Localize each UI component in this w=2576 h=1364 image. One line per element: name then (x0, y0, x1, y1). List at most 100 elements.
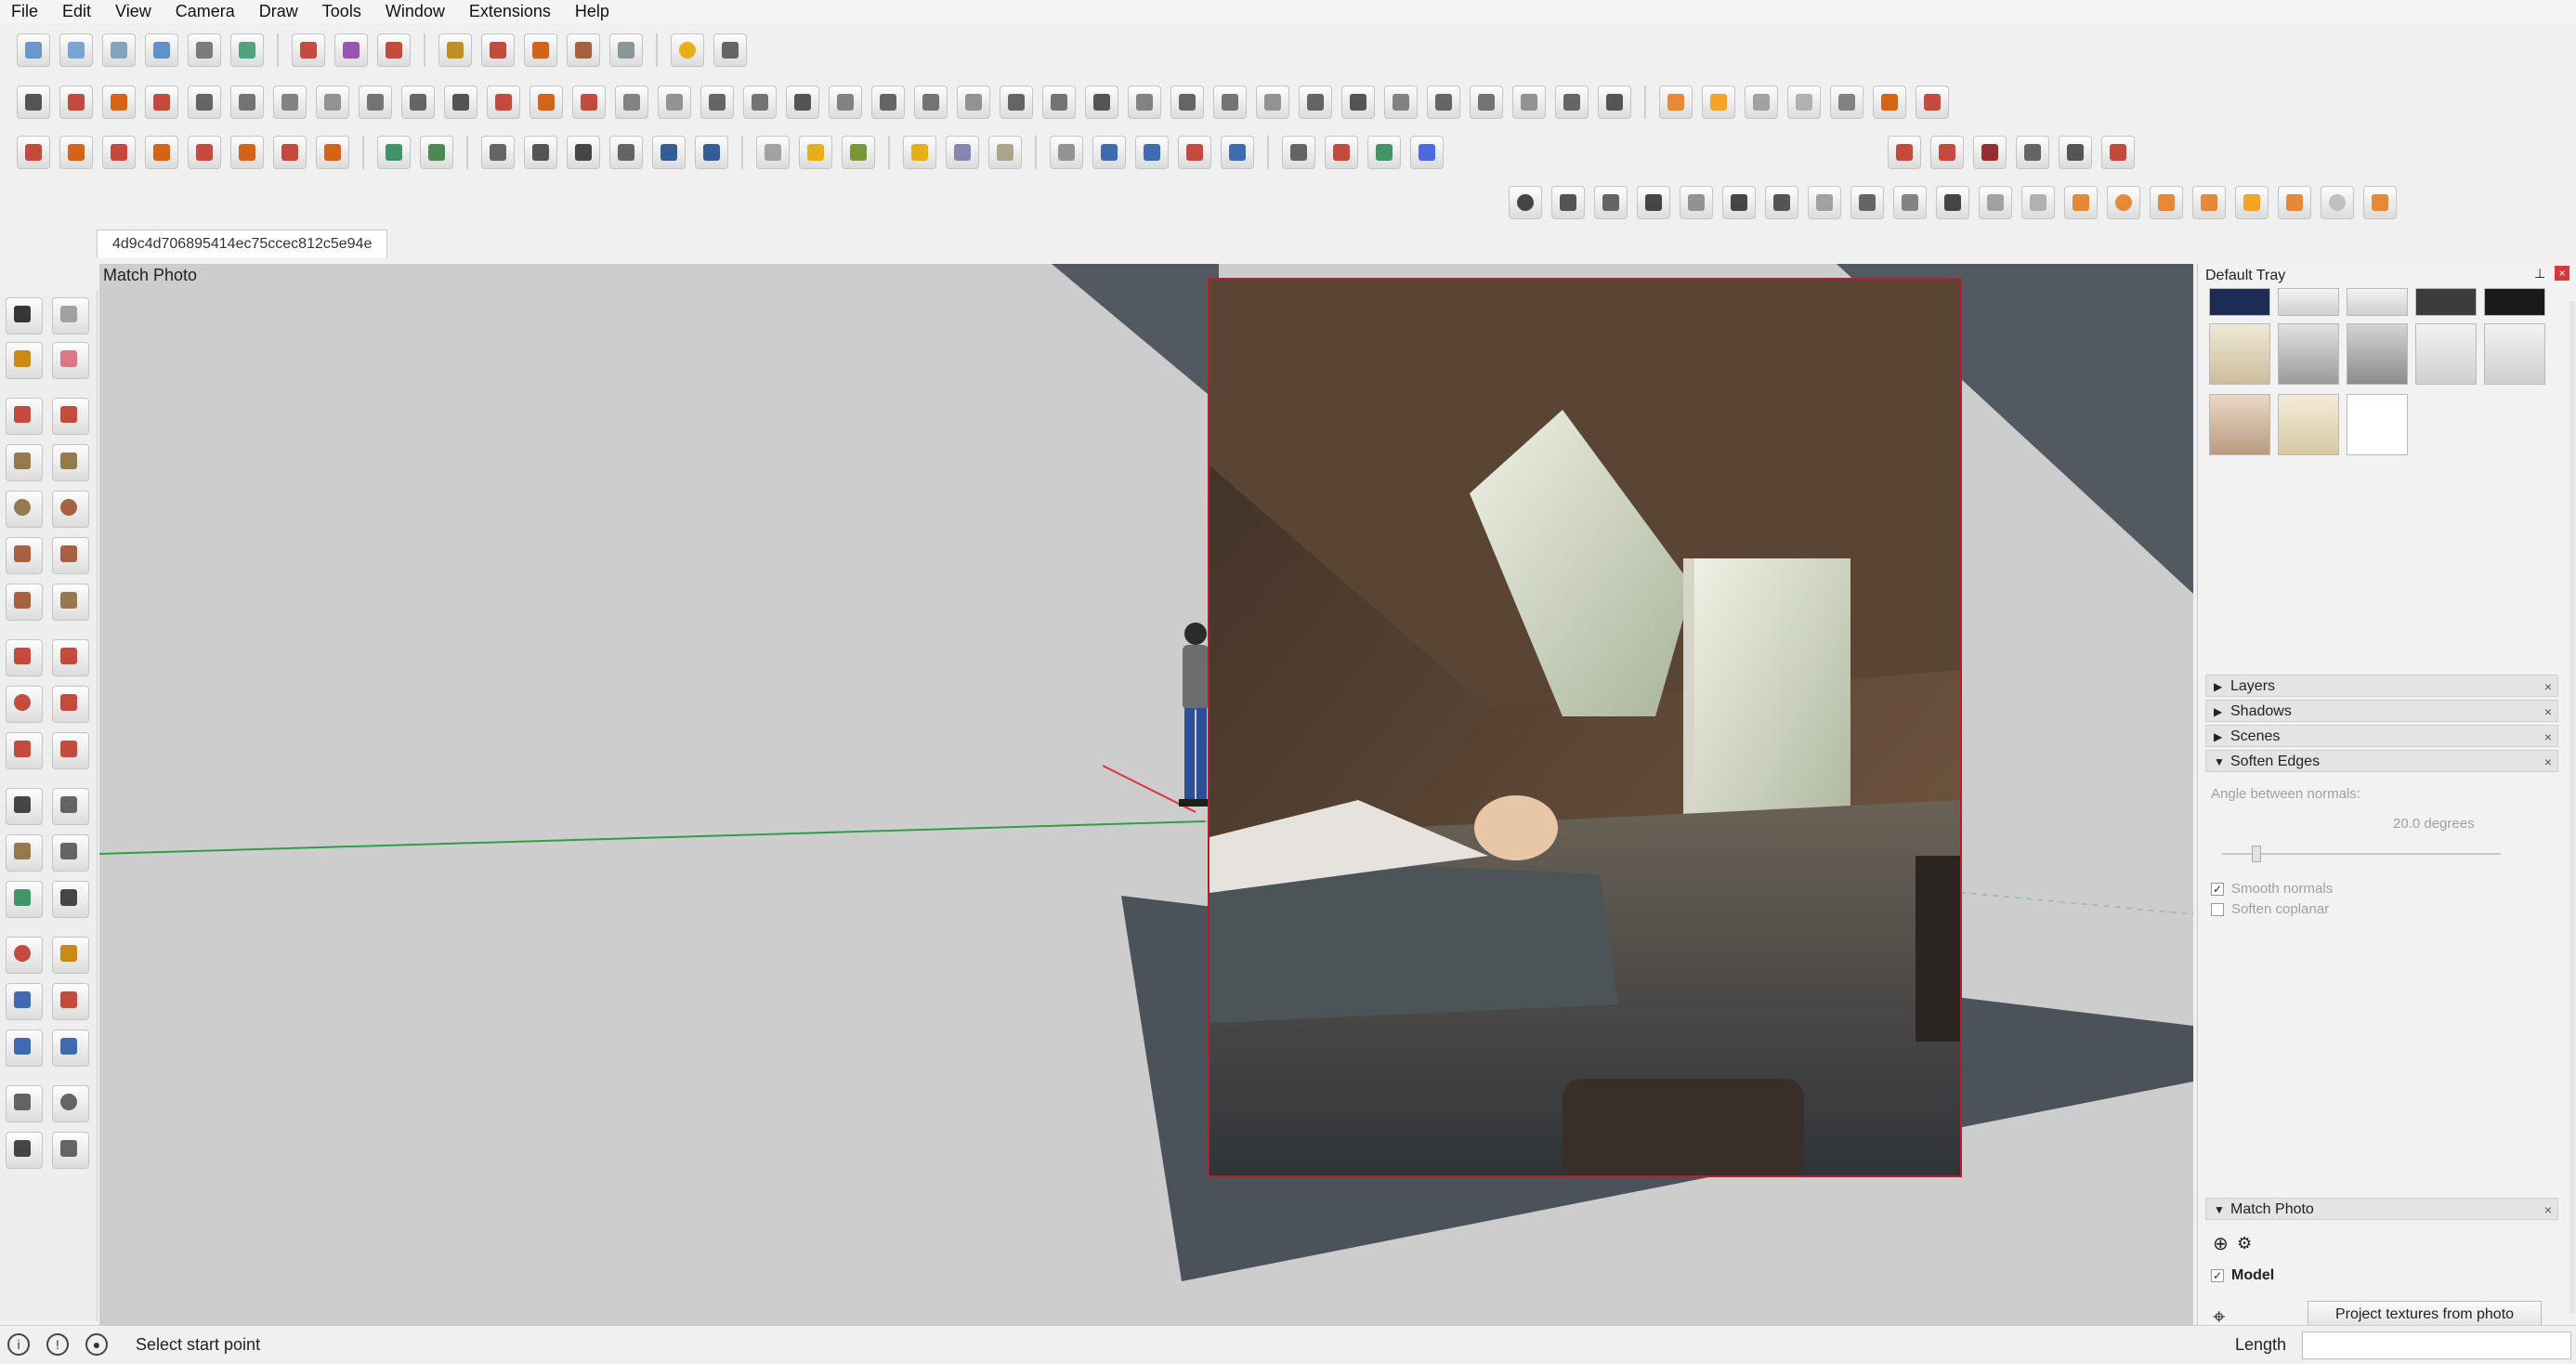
style-swatch[interactable] (2278, 288, 2339, 316)
menu-tools[interactable]: Tools (311, 2, 374, 21)
extrude-icon[interactable] (957, 85, 990, 119)
stairs-icon[interactable] (871, 85, 905, 119)
slice-icon[interactable] (914, 85, 948, 119)
angle-slider[interactable] (2222, 853, 2501, 855)
loft-icon[interactable] (700, 85, 734, 119)
lock-icon[interactable] (1808, 186, 1841, 219)
info-status-icon[interactable]: ! (46, 1333, 69, 1356)
wave-icon[interactable] (401, 85, 435, 119)
mesh-icon[interactable] (743, 85, 777, 119)
axes-icon[interactable] (6, 881, 43, 918)
gable-icon[interactable] (1135, 136, 1169, 169)
document-tab[interactable]: 4d9c4d706895414ec75ccec812c5e94e (97, 230, 388, 258)
left-view-icon[interactable] (230, 33, 264, 67)
section-match-photo[interactable]: ▼ Match Photo × (2205, 1198, 2558, 1220)
chamfer-icon[interactable] (530, 85, 563, 119)
menu-draw[interactable]: Draw (248, 2, 311, 21)
pin-icon[interactable] (1873, 85, 1906, 119)
group-icon[interactable] (481, 136, 515, 169)
corner-icon[interactable] (444, 85, 477, 119)
fence-icon[interactable] (1470, 85, 1503, 119)
menu-edit[interactable]: Edit (51, 2, 104, 21)
geo-status-icon[interactable]: i (7, 1333, 30, 1356)
section-plane-tool-icon[interactable] (52, 1132, 89, 1169)
orbit-icon[interactable] (6, 937, 43, 974)
cube-icon[interactable] (1893, 186, 1927, 219)
move-component-icon[interactable] (59, 136, 93, 169)
style-swatch[interactable] (2278, 394, 2339, 455)
twist-icon[interactable] (316, 85, 349, 119)
teapot-icon[interactable] (1551, 186, 1585, 219)
draw-arc-icon[interactable] (102, 85, 136, 119)
cut-icon[interactable] (145, 85, 178, 119)
walk-icon[interactable] (6, 1132, 43, 1169)
wall-icon[interactable] (1213, 85, 1247, 119)
window-frame-icon[interactable] (1722, 186, 1756, 219)
three-point-arc-icon[interactable] (6, 584, 43, 621)
draw-line-icon[interactable] (17, 85, 50, 119)
zoom-icon[interactable] (6, 983, 43, 1020)
spotlight-icon[interactable] (2064, 186, 2098, 219)
beam-icon[interactable] (1384, 85, 1418, 119)
bend-icon[interactable] (273, 85, 307, 119)
style-swatch[interactable] (2278, 323, 2339, 385)
align-bottom-icon[interactable] (1637, 186, 1670, 219)
soften-coplanar-checkbox[interactable] (2211, 903, 2224, 916)
cone-light-icon[interactable] (2150, 186, 2183, 219)
dimension-icon[interactable] (52, 788, 89, 825)
roof-pitch-icon[interactable] (1092, 136, 1126, 169)
menu-window[interactable]: Window (374, 2, 458, 21)
array-radial-icon[interactable] (145, 136, 178, 169)
window-tool-icon[interactable] (1256, 85, 1289, 119)
close-tray-icon[interactable]: × (2555, 266, 2569, 281)
top-view-icon[interactable] (59, 33, 93, 67)
ceiling-icon[interactable] (1598, 85, 1631, 119)
truss-icon[interactable] (1427, 85, 1460, 119)
box-yellow-icon[interactable] (903, 136, 936, 169)
follow-me-icon[interactable] (52, 686, 89, 723)
section-shadows[interactable]: ▶ Shadows × (2205, 700, 2558, 722)
place-component-icon[interactable] (17, 136, 50, 169)
draw-curve-icon[interactable] (59, 85, 93, 119)
scale-icon[interactable] (6, 732, 43, 769)
section-cut-icon[interactable] (1973, 136, 2007, 169)
pencil-icon[interactable] (6, 398, 43, 435)
smooth-normals-checkbox[interactable]: ✓ (2211, 883, 2224, 896)
align-icon[interactable] (230, 136, 264, 169)
section-layers[interactable]: ▶ Layers × (2205, 675, 2558, 697)
model-checkbox[interactable]: ✓ (2211, 1269, 2224, 1282)
section-display-icon[interactable] (2059, 136, 2092, 169)
section-soften-edges[interactable]: ▼ Soften Edges × (2205, 750, 2558, 772)
sphere-light-icon[interactable] (2321, 186, 2354, 219)
back-view-icon[interactable] (188, 33, 221, 67)
settings-gear-icon[interactable]: ⚙ (2237, 1234, 2252, 1253)
grass-icon[interactable] (1979, 186, 2012, 219)
text-icon[interactable] (52, 834, 89, 872)
position-camera-icon[interactable] (6, 1085, 43, 1122)
lamp-icon[interactable] (2192, 186, 2226, 219)
eraser-icon[interactable] (52, 342, 89, 379)
hand-icon[interactable] (1594, 186, 1628, 219)
frame-icon[interactable] (1680, 186, 1713, 219)
hide-icon[interactable] (652, 136, 686, 169)
style-swatch[interactable] (2347, 288, 2408, 316)
rope-icon[interactable] (1128, 85, 1161, 119)
sandbox-from-contours-icon[interactable] (292, 33, 325, 67)
menu-view[interactable]: View (104, 2, 164, 21)
section-fill-icon[interactable] (2016, 136, 2049, 169)
select-icon[interactable] (6, 297, 43, 334)
cube-dark-icon[interactable] (1936, 186, 1969, 219)
3d-text-icon[interactable] (52, 881, 89, 918)
menu-extensions[interactable]: Extensions (458, 2, 564, 21)
stamp-icon[interactable] (438, 33, 472, 67)
section-export-icon[interactable] (2101, 136, 2135, 169)
export-icon[interactable] (1916, 85, 1949, 119)
previous-view-icon[interactable] (52, 1030, 89, 1067)
push-pull-icon[interactable] (52, 639, 89, 676)
style-swatch[interactable] (2415, 323, 2477, 385)
shape-icon[interactable] (359, 85, 392, 119)
sphere-icon[interactable] (786, 85, 819, 119)
animation-icon[interactable] (1659, 85, 1693, 119)
rotated-rectangle-icon[interactable] (52, 444, 89, 481)
paint-bucket-icon[interactable] (799, 136, 832, 169)
